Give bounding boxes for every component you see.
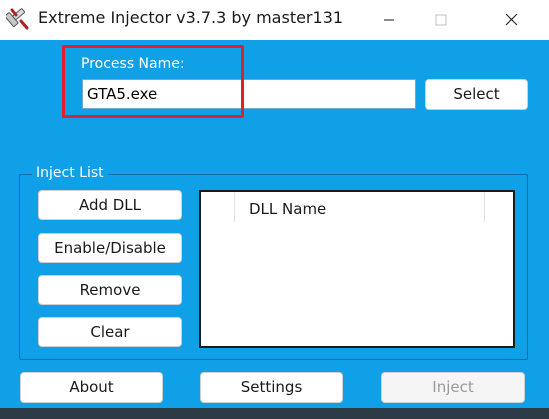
select-process-button[interactable]: Select [425, 79, 528, 110]
inject-list-legend: Inject List [32, 164, 108, 182]
minimize-button[interactable] [366, 0, 412, 40]
close-button[interactable] [488, 0, 534, 40]
settings-button[interactable]: Settings [200, 372, 343, 403]
dll-list[interactable]: DLL Name [199, 190, 515, 348]
remove-button[interactable]: Remove [38, 275, 182, 305]
window-title: Extreme Injector v3.7.3 by master131 [38, 8, 344, 27]
background-strip [0, 408, 549, 419]
inject-button: Inject [381, 372, 525, 403]
column-header-dll-name[interactable]: DLL Name [235, 192, 485, 222]
column-header-check[interactable] [201, 192, 235, 222]
highlight-annotation [62, 45, 244, 118]
title-bar[interactable]: Extreme Injector v3.7.3 by master131 [0, 0, 549, 40]
add-dll-button[interactable]: Add DLL [38, 190, 182, 220]
syringe-icon [4, 6, 30, 30]
enable-disable-button[interactable]: Enable/Disable [38, 233, 182, 263]
about-button[interactable]: About [20, 372, 163, 403]
maximize-button [418, 0, 464, 40]
app-window: Extreme Injector v3.7.3 by master131 Pro… [0, 0, 549, 419]
clear-button[interactable]: Clear [38, 317, 182, 347]
